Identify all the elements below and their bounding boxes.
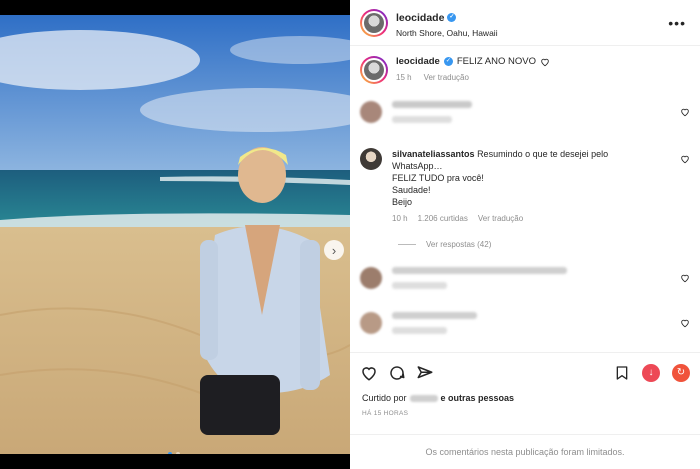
- post-panel: leocidade ✓ North Shore, Oahu, Hawaii ••…: [350, 0, 700, 469]
- comment-time: 10 h: [392, 214, 408, 223]
- caption-username[interactable]: leocidade: [396, 56, 440, 67]
- like-icon[interactable]: [360, 364, 378, 382]
- commenter-avatar[interactable]: [360, 312, 382, 334]
- verified-icon: ✓: [443, 57, 453, 66]
- avatar[interactable]: [360, 8, 388, 37]
- verified-icon: ✓: [447, 13, 457, 22]
- liked-by: Curtido por e outras pessoas: [362, 393, 514, 403]
- blurred-liker[interactable]: [409, 394, 438, 402]
- like-comment-icon[interactable]: [680, 154, 690, 164]
- post-photo: ›: [0, 15, 350, 454]
- liked-by-suffix[interactable]: e outras pessoas: [441, 393, 515, 403]
- comment-text-line: FELIZ TUDO pra você!: [392, 173, 484, 183]
- bookmark-icon[interactable]: [614, 365, 630, 381]
- comment-username[interactable]: silvanateliassantos: [392, 149, 475, 159]
- share-icon[interactable]: [416, 364, 434, 382]
- caption-time: 15 h: [396, 73, 412, 82]
- post-caption: leocidade ✓ FELIZ ANO NOVO 15 h Ver trad…: [350, 46, 700, 84]
- refresh-icon[interactable]: ↻: [672, 363, 690, 382]
- heart-outline-icon: [541, 58, 549, 66]
- comment-likes[interactable]: 1.206 curtidas: [418, 214, 468, 223]
- blurred-meta: [392, 282, 447, 289]
- commenter-avatar[interactable]: [360, 148, 382, 170]
- comment-item: [360, 267, 690, 289]
- post-header: leocidade ✓ North Shore, Oahu, Hawaii ••…: [350, 0, 700, 46]
- beach-photo: [0, 15, 350, 454]
- commenter-avatar[interactable]: [360, 101, 382, 123]
- actions-bar: ↓ ↻: [350, 352, 700, 392]
- post-timestamp: HÁ 15 HORAS: [362, 410, 409, 417]
- comment-item: [360, 312, 690, 334]
- comment-text-line: Resumindo o que te desejei pelo: [477, 149, 609, 159]
- translate-link[interactable]: Ver tradução: [478, 214, 523, 223]
- blurred-comment: [392, 267, 567, 274]
- download-icon[interactable]: ↓: [642, 363, 660, 382]
- comment-icon[interactable]: [388, 364, 406, 382]
- comments-limited-notice: Os comentários nesta publicação foram li…: [350, 434, 700, 469]
- blurred-username: [392, 101, 472, 108]
- header-username[interactable]: leocidade: [396, 12, 444, 24]
- profile-photo: [364, 12, 384, 33]
- commenter-avatar[interactable]: [360, 267, 382, 289]
- comment-item: silvanateliassantos Resumindo o que te d…: [360, 148, 690, 223]
- translate-link[interactable]: Ver tradução: [424, 73, 469, 82]
- carousel-dots: [168, 452, 180, 454]
- like-comment-icon[interactable]: [680, 107, 690, 117]
- replies-divider: [398, 244, 416, 245]
- more-options-button[interactable]: •••: [664, 15, 690, 31]
- view-replies-button[interactable]: Ver respostas (42): [398, 240, 491, 249]
- comment-item: [360, 101, 690, 123]
- caption-text: FELIZ ANO NOVO: [456, 56, 537, 67]
- location-link[interactable]: North Shore, Oahu, Hawaii: [396, 28, 664, 38]
- comment-text-line: Beijo: [392, 197, 413, 207]
- blurred-comment: [392, 312, 477, 319]
- profile-photo: [364, 60, 384, 80]
- like-comment-icon[interactable]: [680, 273, 690, 283]
- blurred-meta: [392, 116, 452, 123]
- liked-by-prefix: Curtido por: [362, 393, 407, 403]
- blurred-meta: [392, 327, 447, 334]
- carousel-dot-active: [168, 452, 172, 454]
- avatar[interactable]: [360, 56, 388, 84]
- comment-text-line: Saudade!: [392, 185, 431, 195]
- view-replies-label: Ver respostas (42): [426, 240, 492, 249]
- carousel-next-button[interactable]: ›: [324, 240, 344, 260]
- comment-text-line: WhatsApp…: [392, 161, 443, 171]
- like-comment-icon[interactable]: [680, 318, 690, 328]
- carousel-dot: [176, 452, 180, 454]
